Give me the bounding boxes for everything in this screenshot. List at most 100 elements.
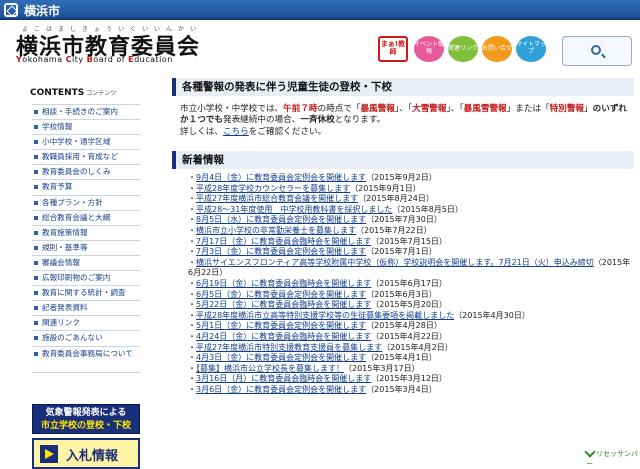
- news-date: （2015年9月2日）: [366, 173, 437, 182]
- news-link[interactable]: 9月4日（金）に教育委員会定例会を開催します: [196, 173, 366, 182]
- sidebar-title: CONTENTSコンテンツ: [30, 88, 116, 98]
- city-name-link[interactable]: 横浜市: [24, 2, 60, 19]
- news-item: ・6月19日（金）に教育委員会臨時会を開催します（2015年6月17日）: [188, 279, 634, 290]
- news-date: （2015年9月1日）: [350, 184, 421, 193]
- news-item: ・平成28年度学校カウンセラーを募集します（2015年9月1日）: [188, 184, 634, 195]
- sidebar-item[interactable]: 記者発表資料: [32, 301, 140, 316]
- sidebar-item[interactable]: 小中学校・通学区域: [32, 135, 140, 150]
- news-item: ・3月16日（月）に教育委員会臨時会を開催します（2015年3月12日）: [188, 374, 634, 385]
- news-link[interactable]: 横浜市立小学校の非常勤栄養士を募集します: [196, 226, 356, 235]
- bullet-icon: ・: [188, 364, 196, 373]
- news-item: ・横浜市立小学校の非常勤栄養士を募集します（2015年7月22日）: [188, 226, 634, 237]
- news-date: （2015年3月4日）: [366, 385, 437, 394]
- news-item: ・5月22日（金）に教育委員会臨時会を開催します（2015年5月20日）: [188, 300, 634, 311]
- news-link[interactable]: 平成28～31年度使用 中学校用教科書を採択しました: [196, 205, 392, 214]
- city-header-bar: 横浜市: [0, 0, 640, 20]
- news-item: ・6月5日（金）に教育委員会定例会を開催します（2015年6月3日）: [188, 290, 634, 301]
- sidebar-item[interactable]: 総合教育会議と大綱: [32, 211, 140, 226]
- contact-icon[interactable]: お問い合せ: [482, 36, 512, 62]
- sidebar-item[interactable]: 規則・基準等: [32, 241, 140, 256]
- sidebar-item[interactable]: 教育予算: [32, 180, 140, 195]
- sidebar-item[interactable]: 広報印刷物のご案内: [32, 271, 140, 286]
- bullet-icon: ・: [188, 332, 196, 341]
- notice-detail-link[interactable]: こちら: [223, 127, 249, 137]
- bullet-icon: ・: [188, 184, 196, 193]
- news-link[interactable]: 平成28年度横浜市立高等特別支援学校等の生徒募集要項を掲載しました: [196, 311, 454, 320]
- news-date: （2015年7月22日）: [356, 226, 432, 235]
- sidebar-item[interactable]: 教育委員会のしくみ: [32, 165, 140, 180]
- news-link[interactable]: 7月3日（金）に教育委員会定例会を開催します: [196, 247, 366, 256]
- news-date: （2015年3月17日）: [344, 364, 420, 373]
- bullet-icon: ・: [188, 321, 196, 330]
- news-link[interactable]: 5月1日（金）に教育委員会定例会を開催します: [196, 321, 366, 330]
- bullet-icon: ・: [188, 215, 196, 224]
- sidebar-item[interactable]: 学校情報: [32, 120, 140, 135]
- news-link[interactable]: 横浜サイエンスフロンティア高等学校附属中学校（仮称）学校説明会を開催します。7月…: [196, 258, 594, 267]
- sidebar-item[interactable]: 教育施策情報: [32, 226, 140, 241]
- bullet-icon: ・: [188, 258, 196, 267]
- check-icon: [584, 446, 595, 457]
- news-link[interactable]: 平成27年度横浜市総合教育会議を開催します: [196, 194, 358, 203]
- bullet-icon: ・: [188, 205, 196, 214]
- sidebar-item[interactable]: 教育委員会事務局について: [32, 347, 140, 373]
- bullet-icon: ・: [188, 311, 196, 320]
- news-link[interactable]: 3月16日（月）に教育委員会臨時会を開催します: [196, 374, 371, 383]
- news-link[interactable]: 平成28年度学校カウンセラーを募集します: [196, 184, 350, 193]
- bullet-icon: ・: [188, 353, 196, 362]
- news-item: ・平成27年度横浜市総合教育会議を開催します（2015年8月24日）: [188, 194, 634, 205]
- sidebar-item[interactable]: 相談・手続きのご案内: [32, 105, 140, 120]
- news-item: ・5月1日（金）に教育委員会定例会を開催します（2015年4月28日）: [188, 321, 634, 332]
- sidebar-item[interactable]: 施設のごあんない: [32, 331, 140, 346]
- news-date: （2015年5月20日）: [371, 300, 447, 309]
- related-links-icon[interactable]: 関連リンク: [448, 36, 478, 62]
- news-item: ・7月17日（金）に教育委員会臨時会を開催します（2015年7月15日）: [188, 237, 634, 248]
- bullet-icon: ・: [188, 343, 196, 352]
- news-link[interactable]: 6月5日（金）に教育委員会定例会を開催します: [196, 290, 366, 299]
- news-link[interactable]: 6月19日（金）に教育委員会臨時会を開催します: [196, 279, 371, 288]
- bidding-info-banner[interactable]: 入札情報: [32, 438, 140, 469]
- news-link[interactable]: 5月22日（金）に教育委員会臨時会を開催します: [196, 300, 371, 309]
- news-item: ・【募集】横浜市公立学校長を募集します！（2015年3月17日）: [188, 364, 634, 375]
- bullet-icon: ・: [188, 247, 196, 256]
- weather-warning-banner[interactable]: 気象警報発表による 市立学校の登校・下校: [32, 404, 140, 434]
- news-date: （2015年6月17日）: [371, 279, 447, 288]
- teacher-recruit-icon[interactable]: まぁ!教師: [378, 36, 408, 62]
- news-link[interactable]: 4月3日（金）に教育委員会定例会を開催します: [196, 353, 366, 362]
- news-link[interactable]: 8月5日（水）に教育委員会定例会を開催します: [196, 215, 366, 224]
- news-link[interactable]: 3月6日（金）に教育委員会定例会を開催します: [196, 385, 366, 394]
- news-link[interactable]: 4月24日（金）に教育委員会臨時会を開催します: [196, 332, 371, 341]
- sidebar-item[interactable]: 教育に関する統計・調査: [32, 286, 140, 301]
- bullet-icon: ・: [188, 173, 196, 182]
- news-date: （2015年4月30日）: [454, 311, 530, 320]
- bullet-icon: ・: [188, 237, 196, 246]
- news-date: （2015年7月30日）: [366, 215, 442, 224]
- notice-text: 市立小学校・中学校では、午前７時の時点で「暴風警報」、「大雪警報」、「暴風雪警報…: [180, 104, 632, 138]
- news-item: ・平成28～31年度使用 中学校用教科書を採択しました（2015年8月5日）: [188, 205, 634, 216]
- sidebar-item[interactable]: 関連リンク: [32, 316, 140, 331]
- sitemap-icon[interactable]: サイトマップ: [516, 36, 546, 62]
- bullet-icon: ・: [188, 290, 196, 299]
- news-item: ・平成28年度横浜市立高等特別支援学校等の生徒募集要項を掲載しました（2015年…: [188, 311, 634, 322]
- bullet-icon: ・: [188, 194, 196, 203]
- news-link[interactable]: 【募集】横浜市公立学校長を募集します！: [196, 364, 344, 373]
- event-info-icon[interactable]: イベント情報: [414, 36, 444, 62]
- news-link[interactable]: 7月17日（金）に教育委員会臨時会を開催します: [196, 237, 371, 246]
- news-item: ・横浜サイエンスフロンティア高等学校附属中学校（仮称）学校説明会を開催します。7…: [188, 258, 634, 279]
- search-icon: [591, 45, 601, 55]
- sidebar-item[interactable]: 審議会情報: [32, 256, 140, 271]
- news-list: ・9月4日（金）に教育委員会定例会を開催します（2015年9月2日）・平成28年…: [188, 173, 634, 395]
- search-button[interactable]: [562, 36, 632, 66]
- city-emblem-icon[interactable]: [4, 3, 18, 17]
- bullet-icon: ・: [188, 374, 196, 383]
- sidebar-item[interactable]: 各種プラン・方針: [32, 196, 140, 211]
- news-item: ・3月6日（金）に教育委員会定例会を開催します（2015年3月4日）: [188, 385, 634, 396]
- news-link[interactable]: 平成27年度横浜市特別支援教育支援員を募集します: [196, 343, 382, 352]
- news-date: （2015年8月5日）: [392, 205, 463, 214]
- arrow-right-icon: [40, 445, 58, 463]
- news-date: （2015年7月1日）: [366, 247, 437, 256]
- notice-heading: 各種警報の発表に伴う児童生徒の登校・下校: [172, 78, 634, 96]
- bullet-icon: ・: [188, 300, 196, 309]
- resbook-link[interactable]: リセッサンバー: [586, 448, 640, 469]
- news-date: （2015年3月12日）: [371, 374, 447, 383]
- sidebar-item[interactable]: 教職員採用・育成など: [32, 150, 140, 165]
